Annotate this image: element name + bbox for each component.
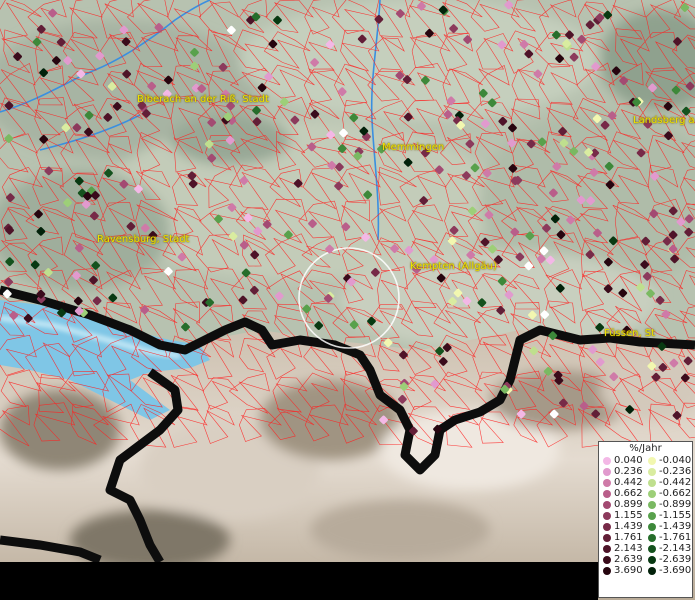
legend-value-negative: -0.040	[659, 455, 692, 466]
legend-row: 3.690 -3.690	[599, 565, 692, 576]
legend-value-positive: 1.439	[614, 521, 643, 532]
legend-rows: 0.040 -0.040 0.236 -0.236 0.442 -0.442 0.662 -0…	[599, 455, 692, 576]
place-label-kempten: Kempten (Allgäu)	[410, 261, 497, 272]
legend-value-positive: 2.143	[614, 543, 643, 554]
place-label-memmingen: Memmingen	[382, 142, 445, 153]
legend-value-negative: -1.439	[659, 521, 692, 532]
legend-swatch-positive	[603, 467, 611, 476]
legend-swatch-negative	[648, 566, 656, 575]
map-legend: %/Jahr 0.040 -0.040 0.236 -0.236 0.442 -0.442…	[598, 441, 693, 598]
place-label-fuessen: Füssen, St	[604, 328, 656, 339]
legend-swatch-positive	[603, 522, 611, 531]
legend-swatch-negative	[648, 511, 656, 520]
place-label-biberach: Biberach an der Riß, Stadt	[137, 94, 269, 105]
legend-swatch-positive	[603, 511, 611, 520]
map-canvas[interactable]	[0, 0, 695, 600]
legend-value-positive: 0.899	[614, 499, 643, 510]
legend-row: 0.442 -0.442	[599, 477, 692, 488]
legend-value-negative: -1.761	[659, 532, 692, 543]
legend-value-positive: 3.690	[614, 565, 643, 576]
legend-swatch-negative	[648, 478, 656, 487]
legend-row: 1.761 -1.761	[599, 532, 692, 543]
place-label-ravensburg: Ravensburg, Stadt	[97, 234, 190, 245]
legend-swatch-positive	[603, 555, 611, 564]
legend-row: 0.236 -0.236	[599, 466, 692, 477]
legend-value-positive: 0.040	[614, 455, 643, 466]
legend-row: 2.143 -2.143	[599, 543, 692, 554]
legend-swatch-negative	[648, 467, 656, 476]
legend-swatch-negative	[648, 555, 656, 564]
map-view[interactable]: Biberach an der Riß, Stadt Memmingen Lan…	[0, 0, 695, 600]
legend-row: 1.155 -1.155	[599, 510, 692, 521]
legend-swatch-positive	[603, 500, 611, 509]
legend-value-negative: -0.236	[659, 466, 692, 477]
legend-value-positive: 2.639	[614, 554, 643, 565]
legend-swatch-positive	[603, 544, 611, 553]
legend-row: 0.899 -0.899	[599, 499, 692, 510]
bottom-bar	[0, 562, 598, 600]
legend-row: 0.040 -0.040	[599, 455, 692, 466]
legend-value-negative: -0.662	[659, 488, 692, 499]
legend-value-positive: 1.155	[614, 510, 643, 521]
legend-swatch-negative	[648, 500, 656, 509]
legend-row: 2.639 -2.639	[599, 554, 692, 565]
legend-swatch-positive	[603, 566, 611, 575]
legend-value-positive: 0.442	[614, 477, 643, 488]
legend-value-negative: -3.690	[659, 565, 692, 576]
legend-swatch-negative	[648, 533, 656, 542]
legend-row: 0.662 -0.662	[599, 488, 692, 499]
legend-value-negative: -0.899	[659, 499, 692, 510]
legend-swatch-negative	[648, 456, 656, 465]
place-label-landsberg: Landsberg a	[633, 115, 695, 126]
legend-value-negative: -1.155	[659, 510, 692, 521]
legend-title: %/Jahr	[629, 443, 662, 454]
legend-value-negative: -2.143	[659, 543, 692, 554]
legend-swatch-positive	[603, 489, 611, 498]
legend-value-negative: -2.639	[659, 554, 692, 565]
legend-swatch-negative	[648, 489, 656, 498]
legend-swatch-negative	[648, 522, 656, 531]
legend-swatch-negative	[648, 544, 656, 553]
legend-value-positive: 1.761	[614, 532, 643, 543]
legend-row: 1.439 -1.439	[599, 521, 692, 532]
legend-swatch-positive	[603, 456, 611, 465]
legend-value-negative: -0.442	[659, 477, 692, 488]
legend-value-positive: 0.236	[614, 466, 643, 477]
legend-value-positive: 0.662	[614, 488, 643, 499]
legend-swatch-positive	[603, 478, 611, 487]
legend-swatch-positive	[603, 533, 611, 542]
